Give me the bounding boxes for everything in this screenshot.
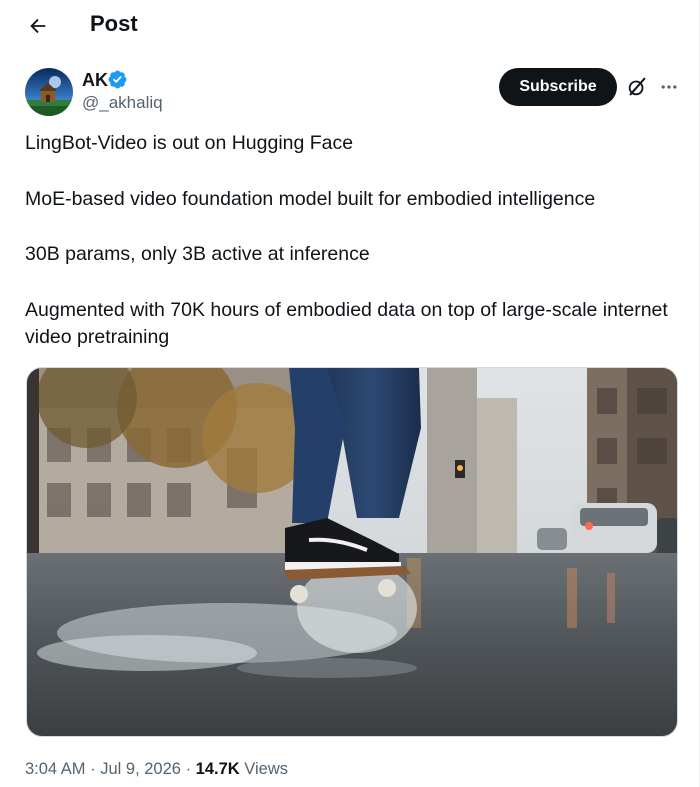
views-label: Views	[244, 760, 288, 778]
arrow-left-icon	[30, 18, 46, 34]
tweet-paragraph: 30B params, only 3B active at inference	[25, 243, 370, 265]
page-title: Post	[90, 11, 138, 36]
more-horizontal-icon	[661, 85, 677, 89]
post-time[interactable]: 3:04 AM	[25, 760, 86, 778]
post-date[interactable]: Jul 9, 2026	[100, 760, 181, 778]
meta-separator: ·	[185, 760, 192, 778]
post-header: Post	[0, 0, 700, 50]
views-count: 14.7K	[195, 760, 240, 778]
author-name[interactable]: AK	[82, 69, 108, 91]
grok-icon	[628, 77, 646, 96]
more-options-button[interactable]	[656, 74, 682, 100]
tweet-paragraph: LingBot-Video is out on Hugging Face	[25, 132, 354, 154]
tweet-paragraph: MoE-based video foundation model built f…	[25, 187, 596, 210]
subscribe-button[interactable]: Subscribe	[499, 68, 617, 106]
grok-button[interactable]	[624, 74, 650, 100]
post-page: Post AK @_akhaliq Subscribe LingBot-Vide…	[0, 0, 700, 787]
meta-separator: ·	[90, 760, 96, 778]
back-button[interactable]	[22, 10, 54, 42]
post-meta: 3:04 AM · Jul 9, 2026 · 14.7K Views	[25, 758, 288, 780]
tweet-media-image[interactable]	[26, 367, 678, 737]
author-handle[interactable]: @_akhaliq	[82, 92, 163, 114]
tweet-paragraph: Augmented with 70K hours of embodied dat…	[25, 298, 668, 349]
avatar[interactable]	[25, 68, 73, 116]
tweet-text: LingBot-Video is out on Hugging Face MoE…	[25, 130, 675, 352]
verified-badge-icon	[108, 70, 127, 89]
